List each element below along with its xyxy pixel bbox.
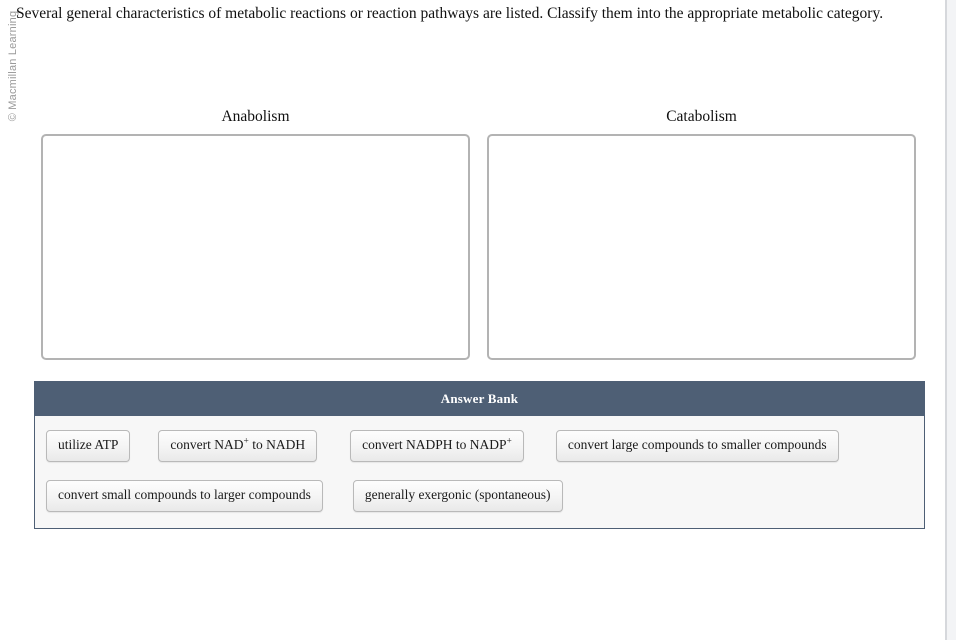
answer-chip-convert-small-to-larger[interactable]: convert small compounds to larger compou…: [46, 479, 323, 512]
chip-text: convert large compounds to smaller compo…: [567, 437, 827, 452]
chip-text-suffix: to NADH: [248, 437, 306, 452]
question-page: © Macmillan Learning Several general cha…: [0, 0, 956, 640]
answer-bank-row: utilize ATP convert NAD+ to NADH convert…: [46, 430, 913, 462]
answer-chip-generally-exergonic[interactable]: generally exergonic (spontaneous): [352, 479, 563, 512]
zone-title-catabolism: Catabolism: [666, 108, 737, 125]
question-prompt: Several general characteristics of metab…: [16, 5, 884, 22]
zone-column-catabolism: Catabolism: [487, 108, 916, 360]
chip-text: convert NADPH to NADP: [362, 437, 507, 452]
answer-bank-title: Answer Bank: [35, 381, 924, 416]
page-right-gutter: [947, 0, 956, 640]
answer-chip-convert-nad-to-nadh[interactable]: convert NAD+ to NADH: [158, 430, 318, 462]
chip-text: convert small compounds to larger compou…: [58, 486, 311, 502]
chip-text: generally exergonic (spontaneous): [364, 486, 551, 502]
answer-chip-convert-large-to-smaller[interactable]: convert large compounds to smaller compo…: [555, 430, 839, 462]
drop-zone-catabolism[interactable]: [487, 133, 916, 360]
answer-chip-convert-nadph-to-nadp[interactable]: convert NADPH to NADP+: [350, 430, 524, 462]
answer-bank-row: convert small compounds to larger compou…: [46, 479, 913, 512]
answer-bank-body: utilize ATP convert NAD+ to NADH convert…: [35, 416, 924, 528]
chip-text: utilize ATP: [58, 437, 119, 452]
answer-chip-utilize-atp[interactable]: utilize ATP: [46, 430, 131, 462]
chip-text: convert NAD: [170, 437, 244, 452]
zone-column-anabolism: Anabolism: [41, 108, 470, 360]
zone-title-anabolism: Anabolism: [221, 108, 290, 125]
drop-zone-anabolism[interactable]: [41, 133, 470, 360]
answer-bank: Answer Bank utilize ATP convert NAD+ to …: [34, 381, 925, 529]
chip-superscript: +: [506, 436, 512, 447]
